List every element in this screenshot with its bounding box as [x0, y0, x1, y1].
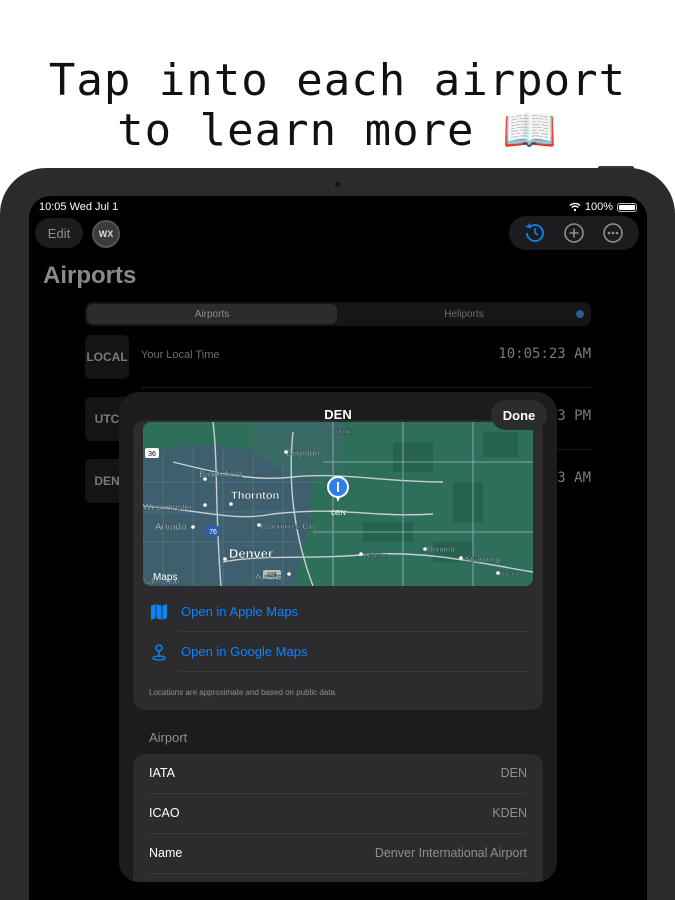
more-button[interactable]	[600, 220, 626, 246]
info-row-name: Name Denver International Airport	[133, 834, 543, 873]
map-graphic: 36 76 225 Brighton Broomfield Thornton W…	[143, 422, 533, 586]
front-camera	[335, 182, 340, 187]
timezone-time: 10:05:23 AM	[498, 346, 591, 362]
page-title: Airports	[43, 262, 137, 289]
segment-indicator-dot	[576, 310, 584, 318]
segment-heliports[interactable]: Heliports	[339, 304, 589, 324]
status-bar: 10:05 Wed Jul 1 100%	[39, 201, 637, 217]
pin-label: DEN	[331, 510, 346, 517]
map-place-westminster: Westminster	[143, 502, 193, 512]
done-button[interactable]: Done	[491, 400, 547, 430]
map-place-denver: Denver	[229, 546, 273, 561]
timezone-label: Your Local Time	[141, 349, 220, 361]
battery-percent: 100%	[584, 201, 613, 213]
map-place-thornton: Thornton	[231, 490, 280, 502]
add-button[interactable]	[561, 220, 587, 246]
weather-avatar-button[interactable]: WX	[92, 220, 120, 248]
battery-icon	[617, 202, 637, 212]
map-place-commerce-city: Commerce City	[261, 522, 316, 531]
headline-line-1: Tap into each airport	[48, 55, 627, 106]
ellipsis-circle-icon	[603, 223, 624, 243]
segmented-control: Airports Heliports	[85, 302, 591, 326]
info-value: Denver International Airport	[374, 846, 527, 860]
timezone-row-local[interactable]: LOCAL Your Local Time 10:05:23 AM	[85, 332, 591, 388]
info-row-icao: ICAO KDEN	[133, 794, 543, 833]
info-key: Name	[149, 846, 183, 860]
headline-line-2: to learn more 📖	[117, 105, 558, 156]
info-value: DEN	[500, 766, 527, 780]
info-value: KDEN	[492, 806, 527, 820]
history-clock-button[interactable]	[522, 220, 548, 246]
location-pin-icon	[149, 642, 169, 662]
headline: Tap into each airport to learn more 📖	[0, 56, 675, 156]
airport-map[interactable]: 36 76 225 Brighton Broomfield Thornton W…	[143, 422, 533, 586]
open-apple-maps-link[interactable]: Open in Apple Maps	[149, 592, 529, 631]
timezone-time: 3 PM	[557, 408, 591, 424]
open-google-maps-link[interactable]: Open in Google Maps	[149, 632, 529, 671]
row-divider	[179, 671, 529, 672]
info-key: ICAO	[149, 806, 180, 820]
row-divider	[149, 873, 527, 874]
map-place-brighton: Brighton	[286, 448, 320, 458]
link-label: Open in Google Maps	[181, 644, 308, 659]
map-place-arvada: Arvada	[155, 522, 187, 533]
map-place-byers: Byers	[500, 571, 518, 578]
map-icon	[149, 602, 169, 622]
nav-actions	[509, 216, 639, 250]
route-shield-36: 36	[145, 448, 159, 458]
plus-circle-icon	[564, 223, 584, 243]
map-place-aurora: Aurora	[255, 572, 282, 582]
map-place-bennett: Bennett	[427, 545, 455, 554]
map-place-strasburg: Strasburg	[465, 555, 500, 564]
route-shield-76: 76	[206, 526, 220, 536]
airport-info-card: IATA DEN ICAO KDEN Name Denver Internati…	[133, 754, 543, 882]
status-right: 100%	[569, 201, 637, 213]
edit-button[interactable]: Edit	[35, 218, 83, 248]
info-key: IATA	[149, 766, 175, 780]
maps-attribution: Maps	[153, 572, 177, 583]
timezone-time: 3 AM	[557, 470, 591, 486]
map-card: 36 76 225 Brighton Broomfield Thornton W…	[133, 420, 543, 710]
tablet-screen: 10:05 Wed Jul 1 100% Edit WX Airports Ai…	[29, 196, 647, 900]
map-place-watkins: Watkins	[363, 553, 388, 560]
route-shield-label: 36	[148, 451, 156, 458]
link-label: Open in Apple Maps	[181, 604, 299, 619]
segment-airports[interactable]: Airports	[87, 304, 337, 324]
row-divider	[141, 387, 591, 388]
location-footnote: Locations are approximate and based on p…	[149, 688, 338, 697]
info-row-iata: IATA DEN	[133, 754, 543, 793]
airport-detail-sheet: 36 76 225 Brighton Broomfield Thornton W…	[119, 392, 557, 882]
timezone-badge: LOCAL	[85, 335, 129, 379]
status-time-date: 10:05 Wed Jul 1	[39, 201, 119, 213]
section-header-airport: Airport	[149, 730, 188, 745]
route-shield-label: 76	[209, 529, 217, 536]
wifi-icon	[569, 202, 581, 212]
map-place-lochbuie: Lochbuie	[325, 429, 354, 436]
history-clock-icon	[525, 223, 544, 242]
